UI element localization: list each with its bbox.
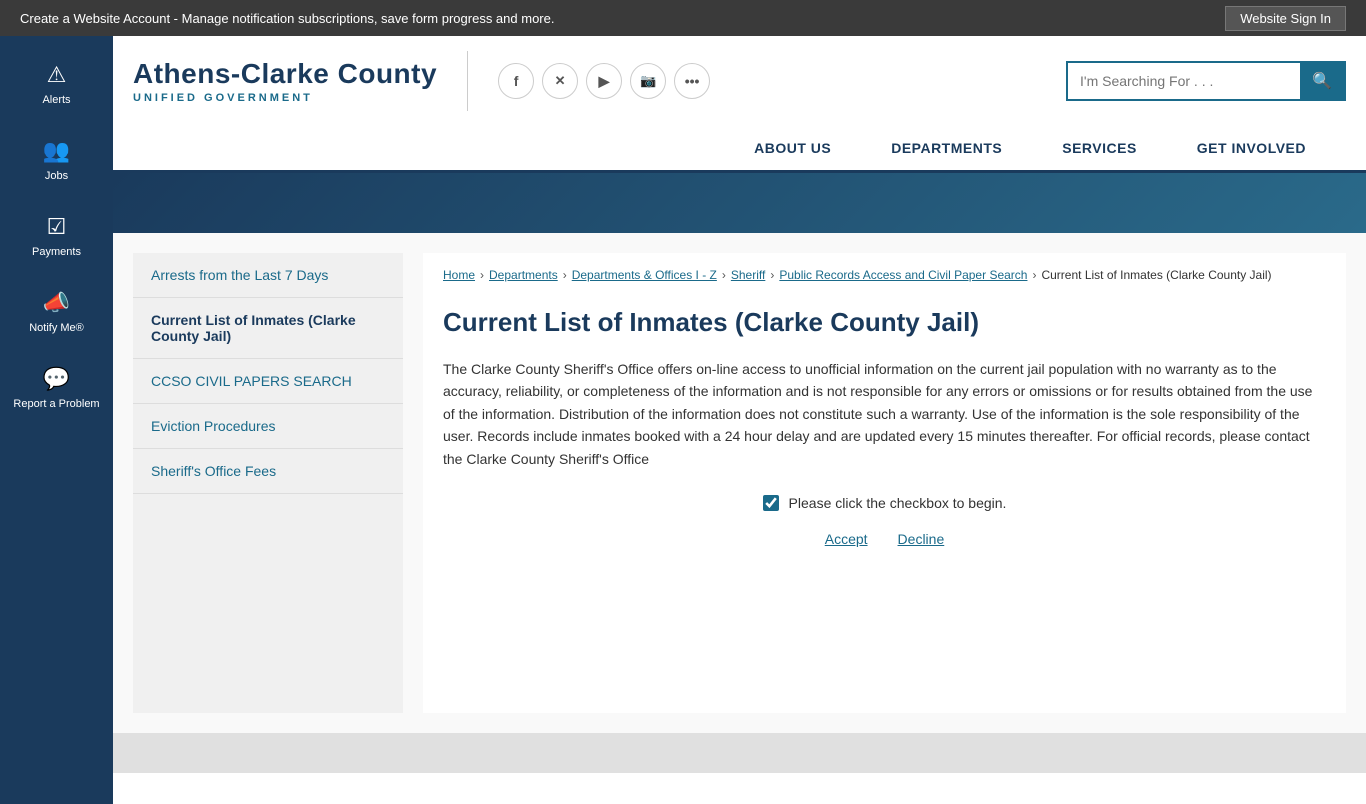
main-body: Arrests from the Last 7 Days Current Lis… xyxy=(113,233,1366,733)
logo-subtitle: UNIFIED GOVERNMENT xyxy=(133,92,437,104)
search-button[interactable]: 🔍 xyxy=(1300,63,1344,99)
begin-checkbox[interactable] xyxy=(763,495,779,511)
page-title: Current List of Inmates (Clarke County J… xyxy=(443,307,1326,338)
sidebar-item-payments[interactable]: ☑ Payments xyxy=(0,198,113,274)
breadcrumb-departments[interactable]: Departments xyxy=(489,268,558,282)
sidebar-label-report: Report a Problem xyxy=(13,398,99,410)
search-input[interactable] xyxy=(1068,63,1300,99)
nav-item-getinvolved[interactable]: GET INVOLVED xyxy=(1167,126,1336,170)
nav-bar: ABOUT US DEPARTMENTS SERVICES GET INVOLV… xyxy=(133,126,1346,170)
side-nav: Arrests from the Last 7 Days Current Lis… xyxy=(133,253,403,713)
search-area: 🔍 xyxy=(1066,61,1346,101)
sidebar-item-alerts[interactable]: ⚠ Alerts xyxy=(0,46,113,122)
sidebar-label-payments: Payments xyxy=(32,246,81,258)
breadcrumb-current: Current List of Inmates (Clarke County J… xyxy=(1041,268,1271,282)
jobs-icon: 👥 xyxy=(43,138,70,164)
body-text: The Clarke County Sheriff's Office offer… xyxy=(443,358,1326,470)
breadcrumb: Home › Departments › Departments & Offic… xyxy=(443,253,1326,297)
breadcrumb-public-records[interactable]: Public Records Access and Civil Paper Se… xyxy=(779,268,1027,282)
facebook-icon[interactable]: f xyxy=(498,63,534,99)
side-nav-inmates[interactable]: Current List of Inmates (Clarke County J… xyxy=(133,298,403,359)
side-nav-fees[interactable]: Sheriff's Office Fees xyxy=(133,449,403,494)
accept-button[interactable]: Accept xyxy=(825,531,868,547)
alert-icon: ⚠ xyxy=(47,62,67,88)
side-nav-eviction[interactable]: Eviction Procedures xyxy=(133,404,403,449)
left-sidebar: ⚠ Alerts 👥 Jobs ☑ Payments 📣 Notify Me® … xyxy=(0,36,113,804)
social-icons: f ✕ ▶ 📷 ••• xyxy=(498,63,710,99)
sidebar-label-jobs: Jobs xyxy=(45,170,68,182)
breadcrumb-home[interactable]: Home xyxy=(443,268,475,282)
payments-icon: ☑ xyxy=(47,214,67,240)
logo-area: Athens-Clarke County UNIFIED GOVERNMENT xyxy=(133,58,437,104)
checkbox-label: Please click the checkbox to begin. xyxy=(789,495,1007,511)
action-links: Accept Decline xyxy=(443,531,1326,547)
nav-item-services[interactable]: SERVICES xyxy=(1032,126,1167,170)
top-banner: Create a Website Account - Manage notifi… xyxy=(0,0,1366,36)
twitter-icon[interactable]: ✕ xyxy=(542,63,578,99)
hero-strip xyxy=(113,173,1366,233)
logo-divider xyxy=(467,51,468,111)
youtube-icon[interactable]: ▶ xyxy=(586,63,622,99)
logo-title: Athens-Clarke County xyxy=(133,58,437,90)
sidebar-label-notify: Notify Me® xyxy=(29,322,84,334)
header: Athens-Clarke County UNIFIED GOVERNMENT … xyxy=(113,36,1366,173)
nav-item-about[interactable]: ABOUT US xyxy=(724,126,861,170)
sidebar-label-alerts: Alerts xyxy=(42,94,70,106)
sidebar-item-notify[interactable]: 📣 Notify Me® xyxy=(0,274,113,350)
instagram-icon[interactable]: 📷 xyxy=(630,63,666,99)
banner-message: Create a Website Account - Manage notifi… xyxy=(20,11,554,26)
more-icon[interactable]: ••• xyxy=(674,63,710,99)
breadcrumb-depts-iz[interactable]: Departments & Offices I - Z xyxy=(572,268,717,282)
side-nav-civil[interactable]: CCSO CIVIL PAPERS SEARCH xyxy=(133,359,403,404)
website-signin-button[interactable]: Website Sign In xyxy=(1225,6,1346,31)
side-nav-arrests[interactable]: Arrests from the Last 7 Days xyxy=(133,253,403,298)
checkbox-area: Please click the checkbox to begin. xyxy=(443,495,1326,511)
main-content: Home › Departments › Departments & Offic… xyxy=(423,253,1346,713)
nav-item-departments[interactable]: DEPARTMENTS xyxy=(861,126,1032,170)
notify-icon: 📣 xyxy=(43,290,70,316)
social-search-area: f ✕ ▶ 📷 ••• xyxy=(498,61,1346,101)
sidebar-item-report[interactable]: 💬 Report a Problem xyxy=(0,350,113,426)
report-icon: 💬 xyxy=(43,366,70,392)
decline-button[interactable]: Decline xyxy=(898,531,945,547)
breadcrumb-sheriff[interactable]: Sheriff xyxy=(731,268,765,282)
sidebar-item-jobs[interactable]: 👥 Jobs xyxy=(0,122,113,198)
footer-strip xyxy=(113,733,1366,773)
content-area: Athens-Clarke County UNIFIED GOVERNMENT … xyxy=(113,36,1366,804)
